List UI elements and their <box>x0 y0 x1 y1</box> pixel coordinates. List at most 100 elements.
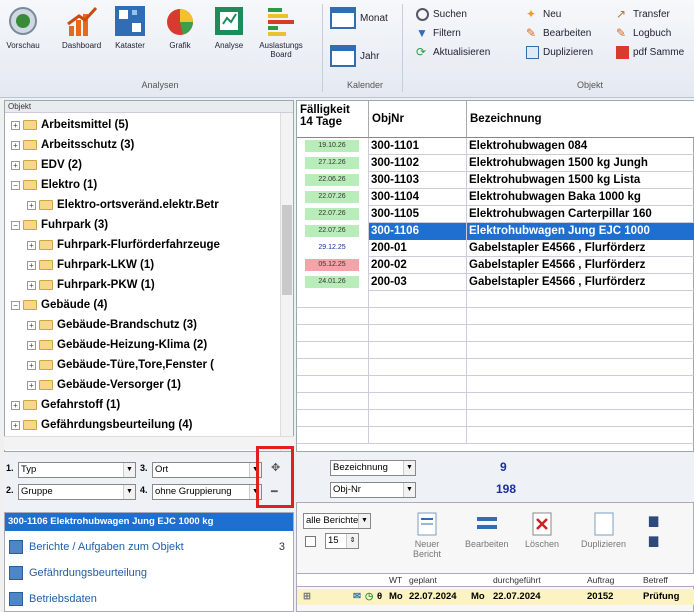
filter-button[interactable]: ▼ Filtern <box>416 25 461 41</box>
expand-icon[interactable]: − <box>11 180 20 190</box>
tree-item[interactable]: + Gebäude-Versorger (1) <box>27 375 181 395</box>
table-row[interactable]: 19.10.26 300-1101 Elektrohubwagen 084 <box>297 138 694 155</box>
pdf-collect-button[interactable]: pdf Samme <box>616 44 684 60</box>
expand-icon[interactable]: + <box>11 400 20 410</box>
object-link[interactable]: Gefährdungsbeurteilung <box>9 563 289 583</box>
edit-report-button[interactable]: Bearbeiten <box>465 511 509 549</box>
tree-horizontal-scrollbar[interactable] <box>4 436 294 450</box>
collapse-all-icon[interactable]: ━ <box>271 485 278 498</box>
tree-item[interactable]: − Fuhrpark (3) <box>11 215 108 235</box>
header-faelligkeit[interactable]: Fälligkeit 14 Tage <box>297 101 369 138</box>
tree-item[interactable]: + Gebäude-Türe,Tore,Fenster ( <box>27 355 214 375</box>
tree-item[interactable]: + Gefährdungsbeurteilung (4) <box>11 415 192 435</box>
sort-1-select[interactable]: Bezeichnung ▼ <box>330 460 416 476</box>
printer-icon[interactable]: ▆ <box>649 533 658 547</box>
expand-icon[interactable]: + <box>27 260 36 270</box>
tree-vertical-scrollbar[interactable] <box>280 113 293 451</box>
table-row[interactable] <box>297 342 694 359</box>
table-row[interactable]: 22.07.26 300-1106 Elektrohubwagen Jung EJC… <box>297 223 694 240</box>
col-betreff[interactable]: Betreff <box>643 575 668 585</box>
dashboard-button[interactable]: Dashboard <box>62 4 101 50</box>
new-report-button[interactable]: Neuer Bericht <box>401 511 453 559</box>
preview-button[interactable]: Vorschau <box>6 4 40 50</box>
year-button[interactable]: Jahr <box>330 45 379 67</box>
col-wt[interactable]: WT <box>389 575 402 585</box>
report-filter-select[interactable]: alle Berichte ▼ <box>303 513 371 529</box>
table-row[interactable]: 29.12.25 200-01 Gabelstapler E4566 , Flurf… <box>297 240 694 257</box>
object-link[interactable]: Berichte / Aufgaben zum Objekt 3 <box>9 537 289 557</box>
table-row[interactable] <box>297 393 694 410</box>
object-link[interactable]: Betriebsdaten <box>9 589 289 609</box>
expand-row-icon[interactable]: ⊞ <box>303 591 311 602</box>
table-row[interactable]: 05.12.25 200-02 Gabelstapler E4566 , Flurf… <box>297 257 694 274</box>
table-row[interactable]: 24.01.26 200-03 Gabelstapler E4566 , Flurf… <box>297 274 694 291</box>
group-level-2-select[interactable]: Gruppe ▼ <box>18 484 136 500</box>
expand-icon[interactable]: + <box>27 240 36 250</box>
transfer-button[interactable]: ↗ Transfer <box>616 6 670 22</box>
tree-item[interactable]: + Gebäude-Heizung-Klima (2) <box>27 335 207 355</box>
tree-item[interactable]: + Elektro-ortsveränd.elektr.Betr <box>27 195 219 215</box>
tree-item[interactable]: + Gebäude-Brandschutz (3) <box>27 315 197 335</box>
table-row[interactable] <box>297 308 694 325</box>
tree-item[interactable]: + Arbeitsmittel (5) <box>11 115 129 135</box>
sort-2-select[interactable]: Obj-Nr ▼ <box>330 482 416 498</box>
cadastre-button[interactable]: Kataster <box>113 4 147 50</box>
delete-report-button[interactable]: Löschen <box>525 511 559 549</box>
table-row[interactable] <box>297 427 694 444</box>
expand-icon[interactable]: + <box>11 120 20 130</box>
expand-icon[interactable]: − <box>11 220 20 230</box>
header-objnr[interactable]: ObjNr <box>369 101 467 138</box>
expand-icon[interactable]: + <box>27 200 36 210</box>
group-level-3-select[interactable]: Ort ▼ <box>152 462 262 478</box>
expand-icon[interactable]: + <box>27 380 36 390</box>
printer-icon[interactable]: ▆ <box>649 513 658 527</box>
expand-icon[interactable]: + <box>27 340 36 350</box>
tree-item[interactable]: + EDV (2) <box>11 155 82 175</box>
report-days-spinner[interactable]: 15 ⇕ <box>325 533 359 549</box>
tree-item[interactable]: + Gefahrstoff (1) <box>11 395 120 415</box>
duplicate-button[interactable]: Duplizieren <box>526 44 593 60</box>
tree-item[interactable]: − Gebäude (4) <box>11 295 107 315</box>
tree-item[interactable]: + Fuhrpark-PKW (1) <box>27 275 155 295</box>
expand-icon[interactable]: + <box>27 360 36 370</box>
col-auftrag[interactable]: Auftrag <box>587 575 614 585</box>
col-geplant[interactable]: geplant <box>409 575 437 585</box>
tree-item[interactable]: + Fuhrpark-LKW (1) <box>27 255 154 275</box>
expand-icon[interactable]: + <box>11 140 20 150</box>
table-row[interactable]: 22.07.26 300-1105 Elektrohubwagen Carterpi… <box>297 206 694 223</box>
table-row[interactable] <box>297 376 694 393</box>
new-button[interactable]: ✦ Neu <box>526 6 561 22</box>
analysis-button[interactable]: Analyse <box>212 4 246 50</box>
object-grid[interactable]: Fälligkeit 14 Tage ObjNr Bezeichnung 19.… <box>296 100 694 452</box>
report-checkbox[interactable] <box>305 536 316 547</box>
table-row[interactable] <box>297 359 694 376</box>
expand-icon[interactable]: − <box>11 300 20 310</box>
group-level-4-select[interactable]: ohne Gruppierung ▼ <box>152 484 262 500</box>
expand-icon[interactable]: + <box>27 320 36 330</box>
col-durchgefuehrt[interactable]: durchgeführt <box>493 575 541 585</box>
load-board-button[interactable]: Auslastungs Board <box>256 4 306 59</box>
refresh-button[interactable]: ⟳ Aktualisieren <box>416 44 490 60</box>
table-row[interactable] <box>297 325 694 342</box>
tree-item[interactable]: + Arbeitsschutz (3) <box>11 135 134 155</box>
table-row[interactable] <box>297 291 694 308</box>
expand-icon[interactable]: + <box>11 420 20 430</box>
duplicate-report-button[interactable]: Duplizieren <box>581 511 626 549</box>
tree-item[interactable]: − Elektro (1) <box>11 175 97 195</box>
header-bezeichnung[interactable]: Bezeichnung <box>467 101 694 138</box>
expand-icon[interactable]: + <box>11 160 20 170</box>
expand-all-icon[interactable]: ✥ <box>271 461 280 474</box>
search-button[interactable]: Suchen <box>416 6 467 22</box>
expand-icon[interactable]: + <box>27 280 36 290</box>
table-row[interactable] <box>297 410 694 427</box>
report-row[interactable]: ⊞ ✉ ◷ θ Mo 22.07.2024 Mo 22.07.2024 2015… <box>297 589 694 605</box>
table-row[interactable]: 27.12.26 300-1102 Elektrohubwagen 1500 kg … <box>297 155 694 172</box>
graphic-button[interactable]: Grafik <box>163 4 197 50</box>
month-button[interactable]: Monat <box>330 7 388 29</box>
edit-button[interactable]: ✎ Bearbeiten <box>526 25 591 41</box>
object-tree[interactable]: Objekt + Arbeitsmittel (5) + Arbeitsschutz … <box>4 100 294 452</box>
scroll-thumb[interactable] <box>282 205 292 295</box>
logbook-button[interactable]: ✎ Logbuch <box>616 25 671 41</box>
table-row[interactable]: 22.06.26 300-1103 Elektrohubwagen 1500 kg … <box>297 172 694 189</box>
tree-item[interactable]: + Fuhrpark-Flurförderfahrzeuge <box>27 235 220 255</box>
